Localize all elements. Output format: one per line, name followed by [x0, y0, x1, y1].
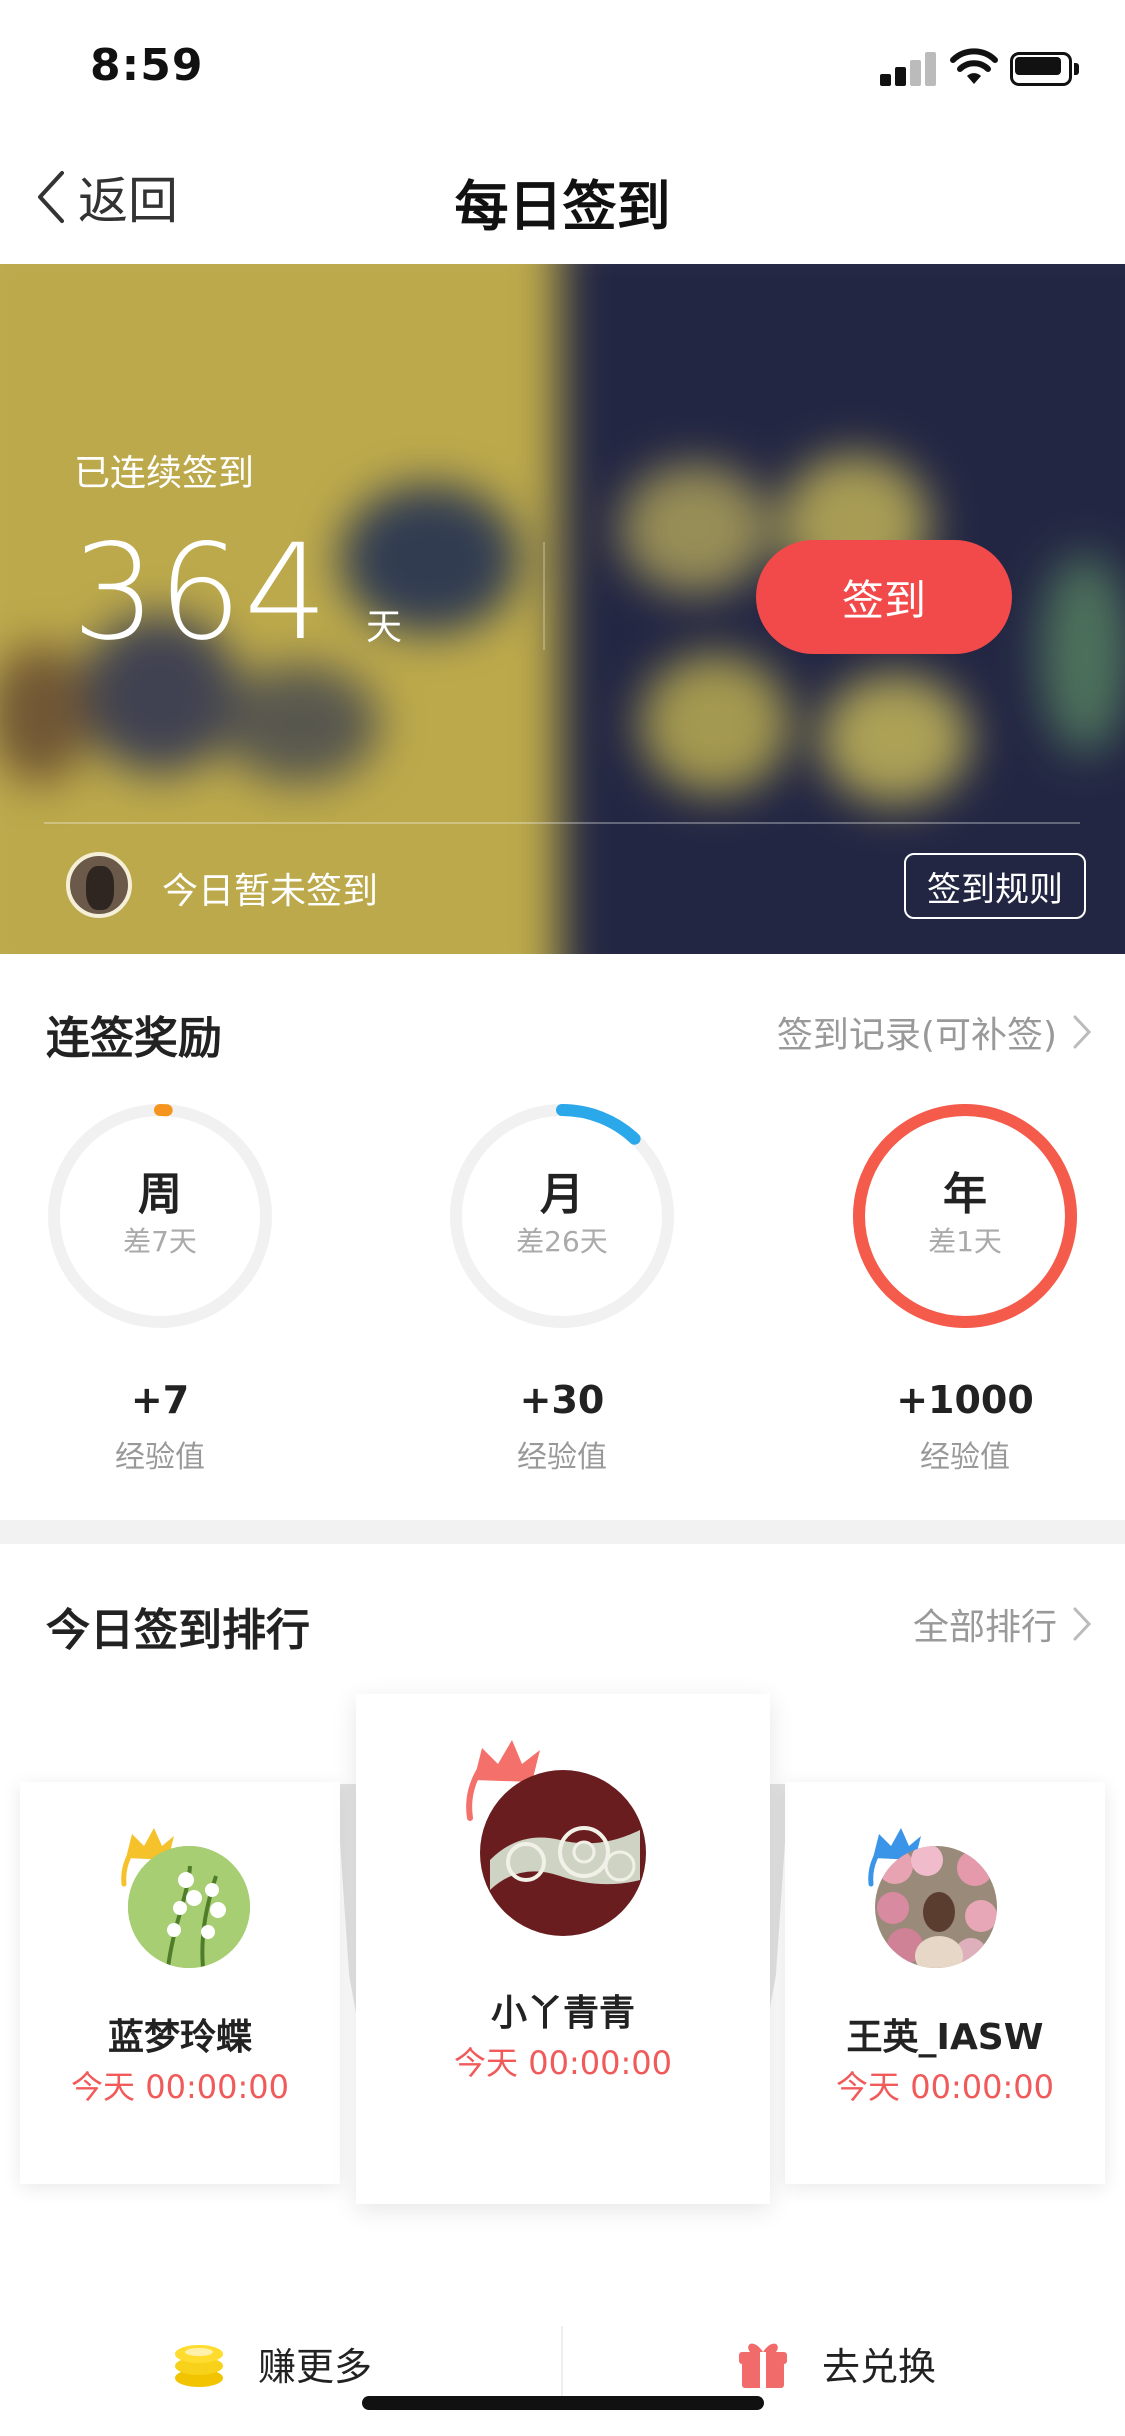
- reward-unit: 经验值: [920, 1440, 1010, 1475]
- streak-rewards-section: 连签奖励 签到记录(可补签) 周 差7天 +7 经验值 月 差26天 +30 经…: [0, 954, 1125, 1520]
- reward-remaining: 差1天: [928, 1225, 1002, 1258]
- page-title: 每日签到: [454, 175, 671, 238]
- status-time: 8:59: [90, 40, 204, 91]
- today-checkin-status: 今日暂未签到: [162, 871, 379, 912]
- bottom-action-bar: 赚更多 去兑换: [0, 2290, 1125, 2436]
- reward-amount: +30: [519, 1378, 605, 1422]
- battery-icon: [1010, 52, 1080, 86]
- checkin-page: 8:59 返回 每日签到 已连续签到 364 天 签到 今日暂未签到 签到规则 …: [0, 0, 1125, 2436]
- chevron-right-icon: [1073, 1015, 1092, 1049]
- reward-period: 周: [138, 1169, 182, 1220]
- streak-days-count: 364: [72, 516, 330, 670]
- ranking-user-name: 王英_IASW: [846, 2017, 1044, 2058]
- wifi-icon: [950, 48, 998, 84]
- section-title: 今日签到排行: [46, 1605, 310, 1656]
- ranking-card-1[interactable]: 小丫青青 今天 00:00:00: [356, 1694, 770, 2204]
- reward-amount: +1000: [896, 1378, 1034, 1422]
- coins-icon: [175, 2345, 223, 2387]
- reward-period: 月: [540, 1169, 584, 1220]
- checkin-button[interactable]: 签到: [756, 540, 1012, 654]
- home-indicator: [362, 2396, 764, 2410]
- avatar: [875, 1846, 997, 1968]
- ranking-card-2[interactable]: 蓝梦玲蝶 今天 00:00:00: [20, 1782, 340, 2184]
- reward-remaining: 差26天: [516, 1225, 608, 1258]
- earn-more-label: 赚更多: [258, 2344, 373, 2389]
- ranking-user-name: 小丫青青: [490, 1993, 635, 2034]
- reward-period: 年: [943, 1169, 987, 1220]
- ranking-checkin-time: 今天 00:00:00: [454, 2044, 672, 2082]
- redeem-label: 去兑换: [822, 2344, 937, 2389]
- reward-ring-month[interactable]: 月 差26天: [446, 1100, 678, 1332]
- all-ranking-label: 全部排行: [912, 1607, 1057, 1648]
- chevron-right-icon: [1073, 1607, 1092, 1641]
- status-bar: 8:59: [0, 0, 1125, 132]
- checkin-rules-button[interactable]: 签到规则: [904, 853, 1086, 919]
- cellular-signal-icon: [880, 52, 936, 86]
- streak-unit: 天: [366, 607, 403, 648]
- reward-ring-week[interactable]: 周 差7天: [44, 1100, 276, 1332]
- checkin-hero-banner: 已连续签到 364 天 签到 今日暂未签到 签到规则: [0, 264, 1125, 954]
- avatar: [480, 1770, 646, 1936]
- reward-amount: +7: [130, 1378, 190, 1422]
- redeem-button[interactable]: 去兑换: [736, 2290, 936, 2436]
- navigation-bar: 返回 每日签到: [0, 132, 1125, 264]
- all-ranking-link[interactable]: 全部排行: [913, 1598, 1093, 1650]
- reward-unit: 经验值: [517, 1440, 607, 1475]
- divider: [561, 2326, 563, 2398]
- divider: [543, 542, 545, 650]
- reward-ring-year[interactable]: 年 差1天: [849, 1100, 1081, 1332]
- ranking-card-3[interactable]: 王英_IASW 今天 00:00:00: [785, 1782, 1105, 2184]
- daily-ranking-section: 今日签到排行 全部排行 蓝梦玲蝶 今天 00:00:00 王英_IASW 今天 …: [0, 1544, 1125, 2284]
- reward-remaining: 差7天: [123, 1225, 197, 1258]
- section-separator: [0, 1520, 1125, 1544]
- ranking-checkin-time: 今天 00:00:00: [71, 2068, 289, 2106]
- streak-label: 已连续签到: [74, 453, 255, 494]
- divider: [44, 822, 1080, 824]
- earn-more-button[interactable]: 赚更多: [172, 2290, 372, 2436]
- ranking-user-name: 蓝梦玲蝶: [107, 2017, 252, 2058]
- reward-unit: 经验值: [115, 1440, 205, 1475]
- user-avatar: [66, 852, 132, 918]
- section-title: 连签奖励: [46, 1013, 222, 1064]
- gift-icon: [739, 2343, 787, 2388]
- checkin-record-label: 签到记录(可补签): [776, 1015, 1057, 1056]
- avatar: [128, 1846, 250, 1968]
- checkin-record-link[interactable]: 签到记录(可补签): [777, 1006, 1093, 1058]
- ranking-checkin-time: 今天 00:00:00: [836, 2068, 1054, 2106]
